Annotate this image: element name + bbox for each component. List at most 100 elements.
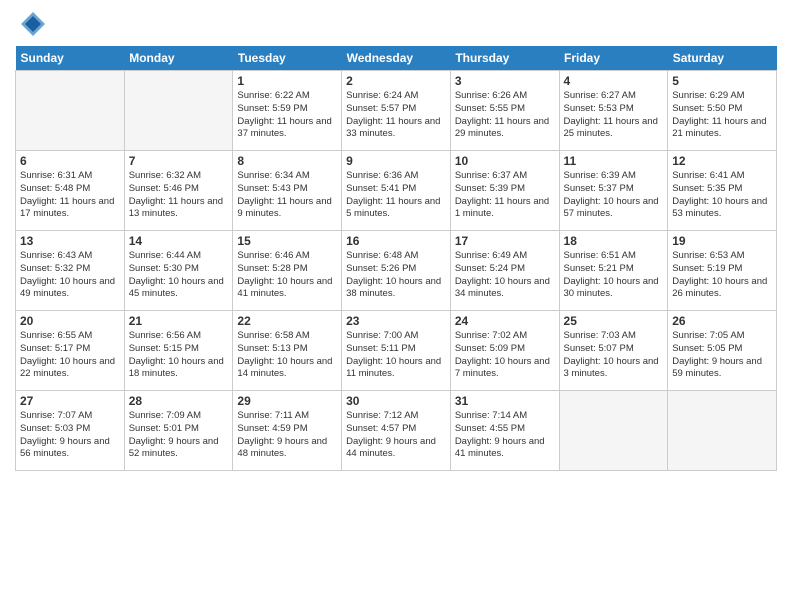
day-cell: 24 Sunrise: 7:02 AMSunset: 5:09 PMDayligh… bbox=[450, 311, 559, 391]
header-row: SundayMondayTuesdayWednesdayThursdayFrid… bbox=[16, 46, 777, 71]
day-detail: Sunrise: 6:43 AMSunset: 5:32 PMDaylight:… bbox=[20, 250, 120, 301]
calendar-table: SundayMondayTuesdayWednesdayThursdayFrid… bbox=[15, 46, 777, 471]
day-number: 24 bbox=[455, 314, 555, 328]
day-detail: Sunrise: 7:00 AMSunset: 5:11 PMDaylight:… bbox=[346, 330, 446, 381]
day-number: 11 bbox=[564, 154, 664, 168]
day-cell: 3Sunrise: 6:26 AMSunset: 5:55 PMDaylight… bbox=[450, 71, 559, 151]
day-number: 10 bbox=[455, 154, 555, 168]
day-number: 15 bbox=[237, 234, 337, 248]
day-detail: Sunrise: 7:03 AMSunset: 5:07 PMDaylight:… bbox=[564, 330, 664, 381]
day-cell bbox=[668, 391, 777, 471]
day-detail: Sunrise: 6:26 AMSunset: 5:55 PMDaylight:… bbox=[455, 90, 555, 141]
day-number: 1 bbox=[237, 74, 337, 88]
logo-icon bbox=[19, 10, 47, 38]
week-row-4: 20Sunrise: 6:55 AMSunset: 5:17 PMDayligh… bbox=[16, 311, 777, 391]
day-cell bbox=[16, 71, 125, 151]
day-number: 28 bbox=[129, 394, 229, 408]
week-row-5: 27Sunrise: 7:07 AMSunset: 5:03 PMDayligh… bbox=[16, 391, 777, 471]
week-row-2: 6 Sunrise: 6:31 AMSunset: 5:48 PMDaylight… bbox=[16, 151, 777, 231]
weekday-header-thursday: Thursday bbox=[450, 46, 559, 71]
day-cell: 10Sunrise: 6:37 AMSunset: 5:39 PMDayligh… bbox=[450, 151, 559, 231]
day-number: 9 bbox=[346, 154, 446, 168]
day-cell: 15 Sunrise: 6:46 AMSunset: 5:28 PMDayligh… bbox=[233, 231, 342, 311]
day-number: 13 bbox=[20, 234, 120, 248]
day-detail: Sunrise: 7:09 AMSunset: 5:01 PMDaylight:… bbox=[129, 410, 229, 461]
day-detail: Sunrise: 6:24 AMSunset: 5:57 PMDaylight:… bbox=[346, 90, 446, 141]
day-cell: 12 Sunrise: 6:41 AMSunset: 5:35 PMDayligh… bbox=[668, 151, 777, 231]
day-cell: 2 Sunrise: 6:24 AMSunset: 5:57 PMDaylight… bbox=[342, 71, 451, 151]
day-number: 22 bbox=[237, 314, 337, 328]
day-cell: 19Sunrise: 6:53 AMSunset: 5:19 PMDayligh… bbox=[668, 231, 777, 311]
day-number: 31 bbox=[455, 394, 555, 408]
day-detail: Sunrise: 6:29 AMSunset: 5:50 PMDaylight:… bbox=[672, 90, 772, 141]
day-number: 17 bbox=[455, 234, 555, 248]
weekday-header-wednesday: Wednesday bbox=[342, 46, 451, 71]
day-detail: Sunrise: 7:14 AMSunset: 4:55 PMDaylight:… bbox=[455, 410, 555, 461]
weekday-header-monday: Monday bbox=[124, 46, 233, 71]
day-cell: 7 Sunrise: 6:32 AMSunset: 5:46 PMDaylight… bbox=[124, 151, 233, 231]
day-cell: 1 Sunrise: 6:22 AMSunset: 5:59 PMDaylight… bbox=[233, 71, 342, 151]
day-cell: 11Sunrise: 6:39 AMSunset: 5:37 PMDayligh… bbox=[559, 151, 668, 231]
day-detail: Sunrise: 6:48 AMSunset: 5:26 PMDaylight:… bbox=[346, 250, 446, 301]
day-cell: 9 Sunrise: 6:36 AMSunset: 5:41 PMDaylight… bbox=[342, 151, 451, 231]
day-cell: 23 Sunrise: 7:00 AMSunset: 5:11 PMDayligh… bbox=[342, 311, 451, 391]
day-number: 16 bbox=[346, 234, 446, 248]
day-cell: 16 Sunrise: 6:48 AMSunset: 5:26 PMDayligh… bbox=[342, 231, 451, 311]
day-detail: Sunrise: 7:05 AMSunset: 5:05 PMDaylight:… bbox=[672, 330, 772, 381]
day-cell: 17Sunrise: 6:49 AMSunset: 5:24 PMDayligh… bbox=[450, 231, 559, 311]
day-detail: Sunrise: 6:56 AMSunset: 5:15 PMDaylight:… bbox=[129, 330, 229, 381]
day-cell: 31 Sunrise: 7:14 AMSunset: 4:55 PMDayligh… bbox=[450, 391, 559, 471]
day-cell: 5 Sunrise: 6:29 AMSunset: 5:50 PMDaylight… bbox=[668, 71, 777, 151]
day-cell: 21 Sunrise: 6:56 AMSunset: 5:15 PMDayligh… bbox=[124, 311, 233, 391]
week-row-3: 13 Sunrise: 6:43 AMSunset: 5:32 PMDayligh… bbox=[16, 231, 777, 311]
day-cell: 29 Sunrise: 7:11 AMSunset: 4:59 PMDayligh… bbox=[233, 391, 342, 471]
day-detail: Sunrise: 6:22 AMSunset: 5:59 PMDaylight:… bbox=[237, 90, 337, 141]
day-detail: Sunrise: 6:53 AMSunset: 5:19 PMDaylight:… bbox=[672, 250, 772, 301]
day-cell: 18Sunrise: 6:51 AMSunset: 5:21 PMDayligh… bbox=[559, 231, 668, 311]
day-number: 20 bbox=[20, 314, 120, 328]
day-number: 27 bbox=[20, 394, 120, 408]
day-number: 21 bbox=[129, 314, 229, 328]
day-detail: Sunrise: 6:36 AMSunset: 5:41 PMDaylight:… bbox=[346, 170, 446, 221]
day-detail: Sunrise: 6:31 AMSunset: 5:48 PMDaylight:… bbox=[20, 170, 120, 221]
day-cell: 14 Sunrise: 6:44 AMSunset: 5:30 PMDayligh… bbox=[124, 231, 233, 311]
day-number: 26 bbox=[672, 314, 772, 328]
day-number: 4 bbox=[564, 74, 664, 88]
day-cell: 20Sunrise: 6:55 AMSunset: 5:17 PMDayligh… bbox=[16, 311, 125, 391]
day-cell: 6 Sunrise: 6:31 AMSunset: 5:48 PMDaylight… bbox=[16, 151, 125, 231]
day-number: 30 bbox=[346, 394, 446, 408]
day-number: 7 bbox=[129, 154, 229, 168]
day-cell: 28 Sunrise: 7:09 AMSunset: 5:01 PMDayligh… bbox=[124, 391, 233, 471]
day-cell: 4 Sunrise: 6:27 AMSunset: 5:53 PMDaylight… bbox=[559, 71, 668, 151]
logo bbox=[15, 10, 47, 38]
day-cell: 22 Sunrise: 6:58 AMSunset: 5:13 PMDayligh… bbox=[233, 311, 342, 391]
weekday-header-tuesday: Tuesday bbox=[233, 46, 342, 71]
day-number: 6 bbox=[20, 154, 120, 168]
day-cell bbox=[559, 391, 668, 471]
day-detail: Sunrise: 7:02 AMSunset: 5:09 PMDaylight:… bbox=[455, 330, 555, 381]
day-cell bbox=[124, 71, 233, 151]
day-detail: Sunrise: 6:32 AMSunset: 5:46 PMDaylight:… bbox=[129, 170, 229, 221]
day-cell: 8Sunrise: 6:34 AMSunset: 5:43 PMDaylight… bbox=[233, 151, 342, 231]
day-number: 12 bbox=[672, 154, 772, 168]
day-detail: Sunrise: 7:11 AMSunset: 4:59 PMDaylight:… bbox=[237, 410, 337, 461]
week-row-1: 1 Sunrise: 6:22 AMSunset: 5:59 PMDaylight… bbox=[16, 71, 777, 151]
header bbox=[15, 10, 777, 38]
day-detail: Sunrise: 6:41 AMSunset: 5:35 PMDaylight:… bbox=[672, 170, 772, 221]
weekday-header-saturday: Saturday bbox=[668, 46, 777, 71]
day-number: 29 bbox=[237, 394, 337, 408]
weekday-header-friday: Friday bbox=[559, 46, 668, 71]
day-detail: Sunrise: 6:44 AMSunset: 5:30 PMDaylight:… bbox=[129, 250, 229, 301]
day-number: 14 bbox=[129, 234, 229, 248]
day-number: 5 bbox=[672, 74, 772, 88]
day-cell: 25Sunrise: 7:03 AMSunset: 5:07 PMDayligh… bbox=[559, 311, 668, 391]
day-number: 8 bbox=[237, 154, 337, 168]
day-number: 23 bbox=[346, 314, 446, 328]
day-cell: 30Sunrise: 7:12 AMSunset: 4:57 PMDayligh… bbox=[342, 391, 451, 471]
day-detail: Sunrise: 6:46 AMSunset: 5:28 PMDaylight:… bbox=[237, 250, 337, 301]
day-detail: Sunrise: 6:27 AMSunset: 5:53 PMDaylight:… bbox=[564, 90, 664, 141]
day-detail: Sunrise: 6:58 AMSunset: 5:13 PMDaylight:… bbox=[237, 330, 337, 381]
day-cell: 26 Sunrise: 7:05 AMSunset: 5:05 PMDayligh… bbox=[668, 311, 777, 391]
weekday-header-sunday: Sunday bbox=[16, 46, 125, 71]
day-number: 2 bbox=[346, 74, 446, 88]
